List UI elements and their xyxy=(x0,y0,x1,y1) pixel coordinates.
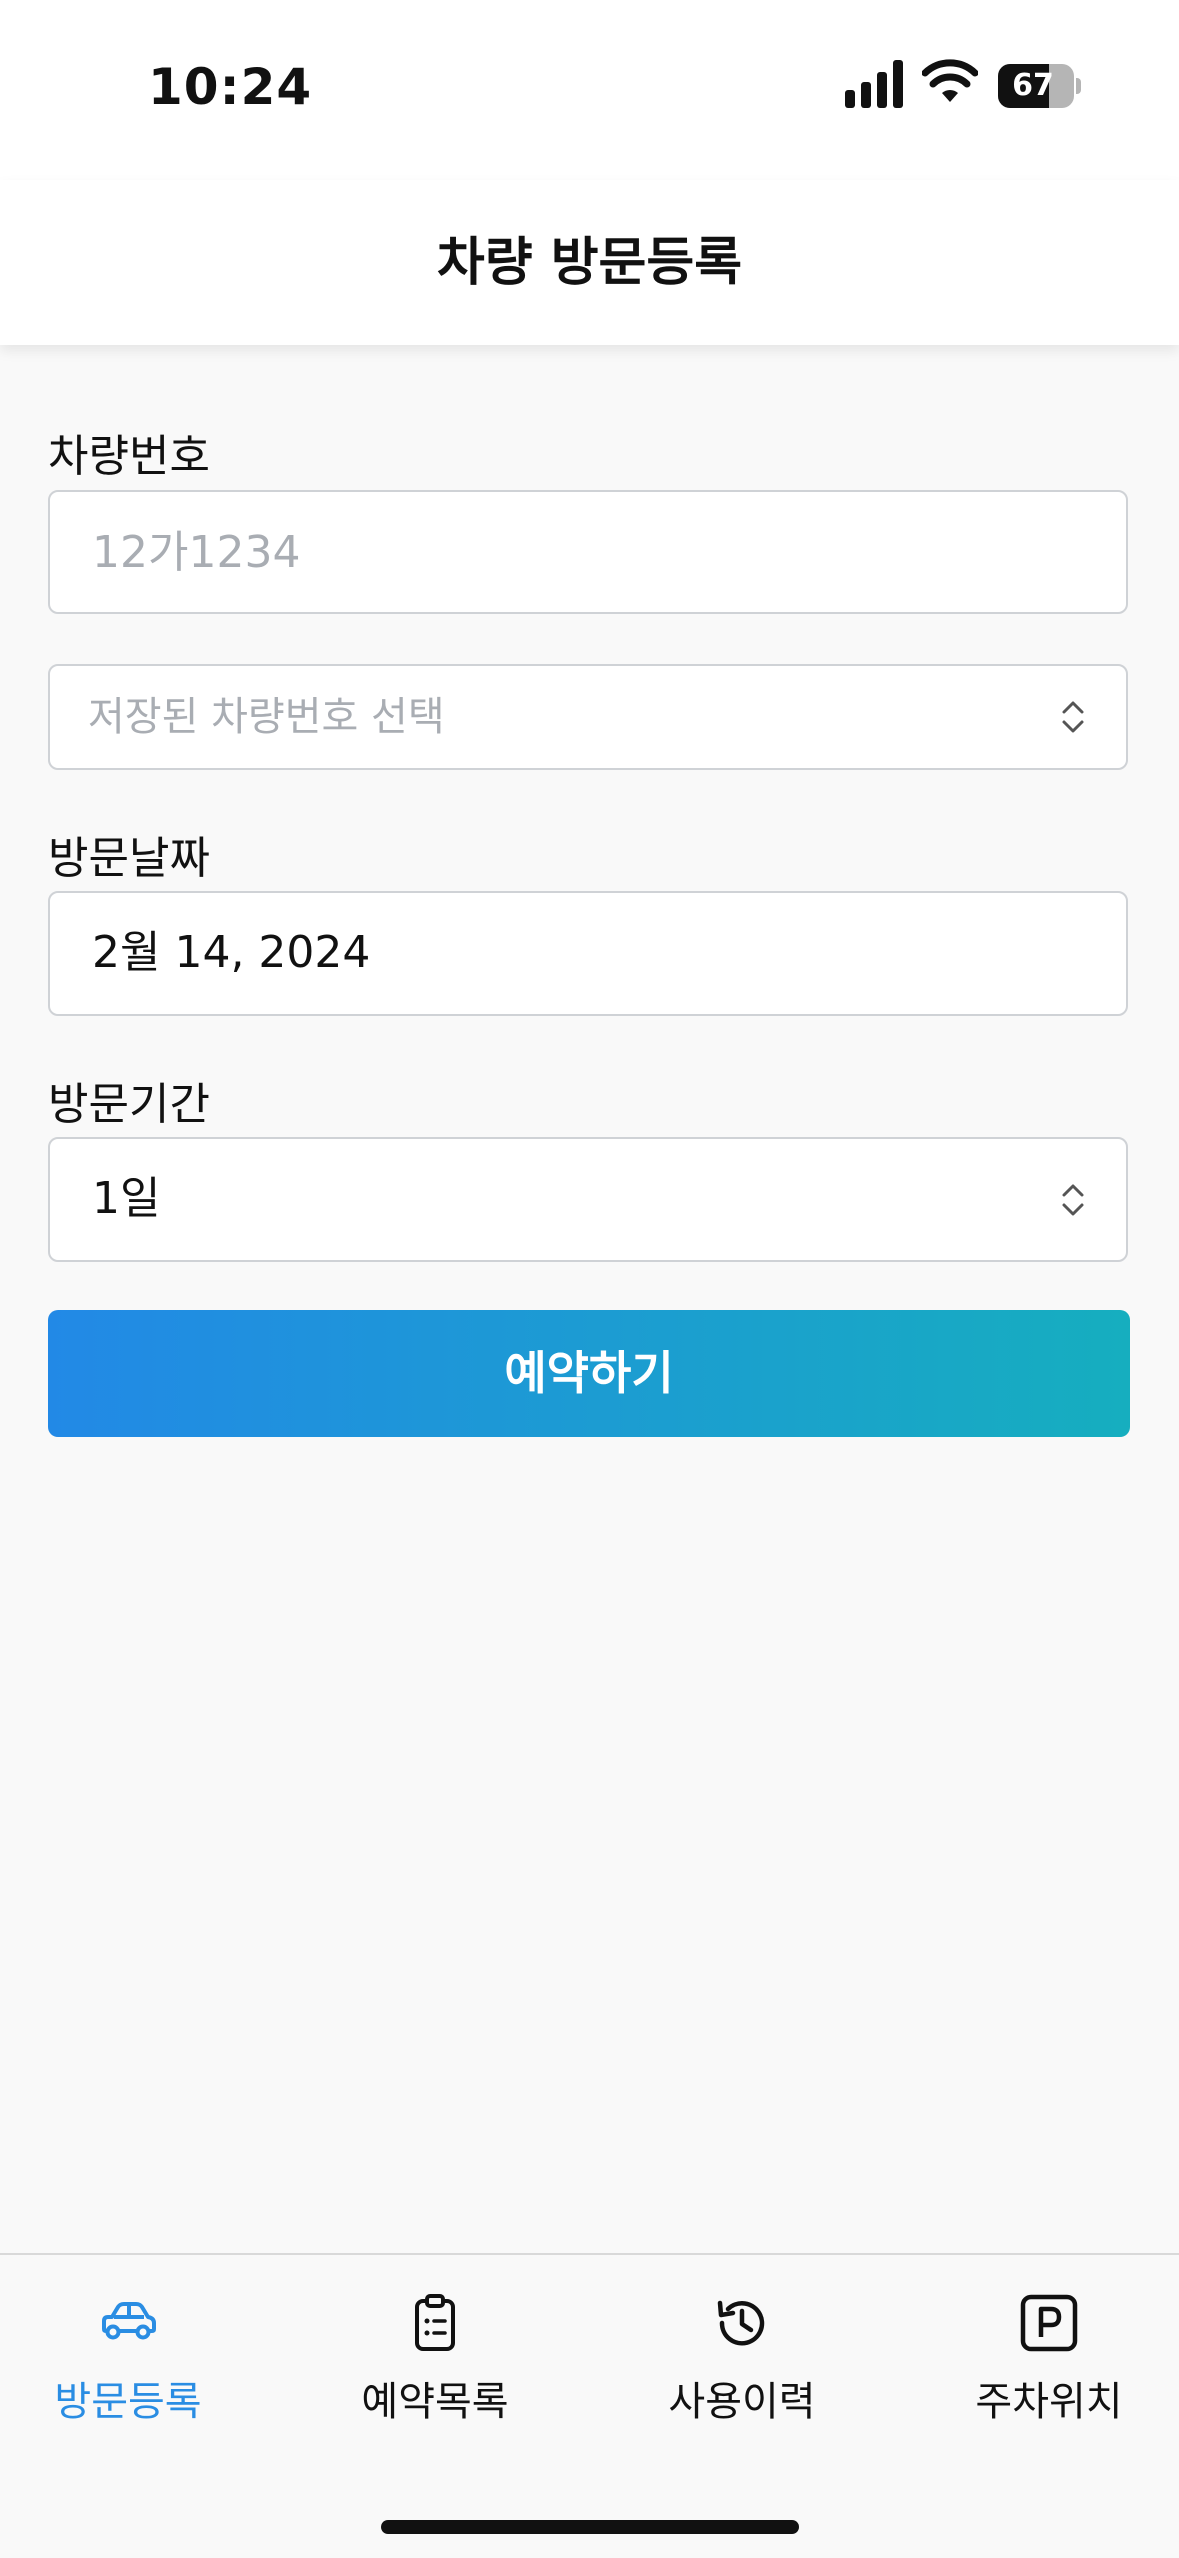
visit-date-label: 방문날짜 xyxy=(48,833,210,884)
app-header: 차량 방문등록 xyxy=(0,180,1179,345)
wifi-icon xyxy=(922,59,978,102)
bottom-tab-bar: 방문등록 예약목록 사용이력 주차위치 xyxy=(0,2253,1179,2558)
tab-visit-register[interactable]: 방문등록 xyxy=(8,2291,248,2427)
page-title: 차량 방문등록 xyxy=(436,233,743,293)
visit-date-field[interactable]: 2월 14, 2024 xyxy=(48,891,1128,1016)
tab-label: 주차위치 xyxy=(975,2379,1123,2425)
saved-plate-placeholder: 저장된 차량번호 선택 xyxy=(88,694,445,740)
saved-plate-select[interactable]: 저장된 차량번호 선택 xyxy=(48,664,1128,770)
battery-percent: 67 xyxy=(1012,68,1054,103)
status-bar: 10:24 67 xyxy=(0,0,1179,180)
tab-parking-location[interactable]: 주차위치 xyxy=(929,2291,1169,2427)
status-time: 10:24 xyxy=(148,58,313,116)
visit-duration-label: 방문기간 xyxy=(48,1079,210,1130)
tab-label: 사용이력 xyxy=(668,2379,816,2425)
history-icon xyxy=(717,2300,765,2346)
reserve-button[interactable]: 예약하기 xyxy=(48,1310,1130,1437)
visit-duration-select[interactable]: 1일 xyxy=(48,1137,1128,1262)
tab-label: 방문등록 xyxy=(54,2379,202,2425)
plate-number-label: 차량번호 xyxy=(48,431,210,482)
plate-number-field[interactable] xyxy=(48,490,1128,614)
tab-label: 예약목록 xyxy=(361,2379,509,2425)
chevron-up-down-icon xyxy=(1062,1184,1084,1215)
tab-reservation-list[interactable]: 예약목록 xyxy=(315,2291,555,2427)
cellular-signal-icon xyxy=(845,60,903,108)
visit-duration-value: 1일 xyxy=(92,1173,161,1224)
battery-indicator: 67 xyxy=(998,64,1081,108)
chevron-up-down-icon xyxy=(1062,701,1084,733)
visit-date-value: 2월 14, 2024 xyxy=(92,927,371,978)
parking-icon xyxy=(1020,2294,1078,2352)
home-indicator xyxy=(381,2520,799,2534)
car-icon xyxy=(102,2302,156,2340)
clipboard-list-icon xyxy=(415,2294,455,2351)
tab-usage-history[interactable]: 사용이력 xyxy=(622,2291,862,2427)
plate-number-input[interactable] xyxy=(92,492,1086,612)
